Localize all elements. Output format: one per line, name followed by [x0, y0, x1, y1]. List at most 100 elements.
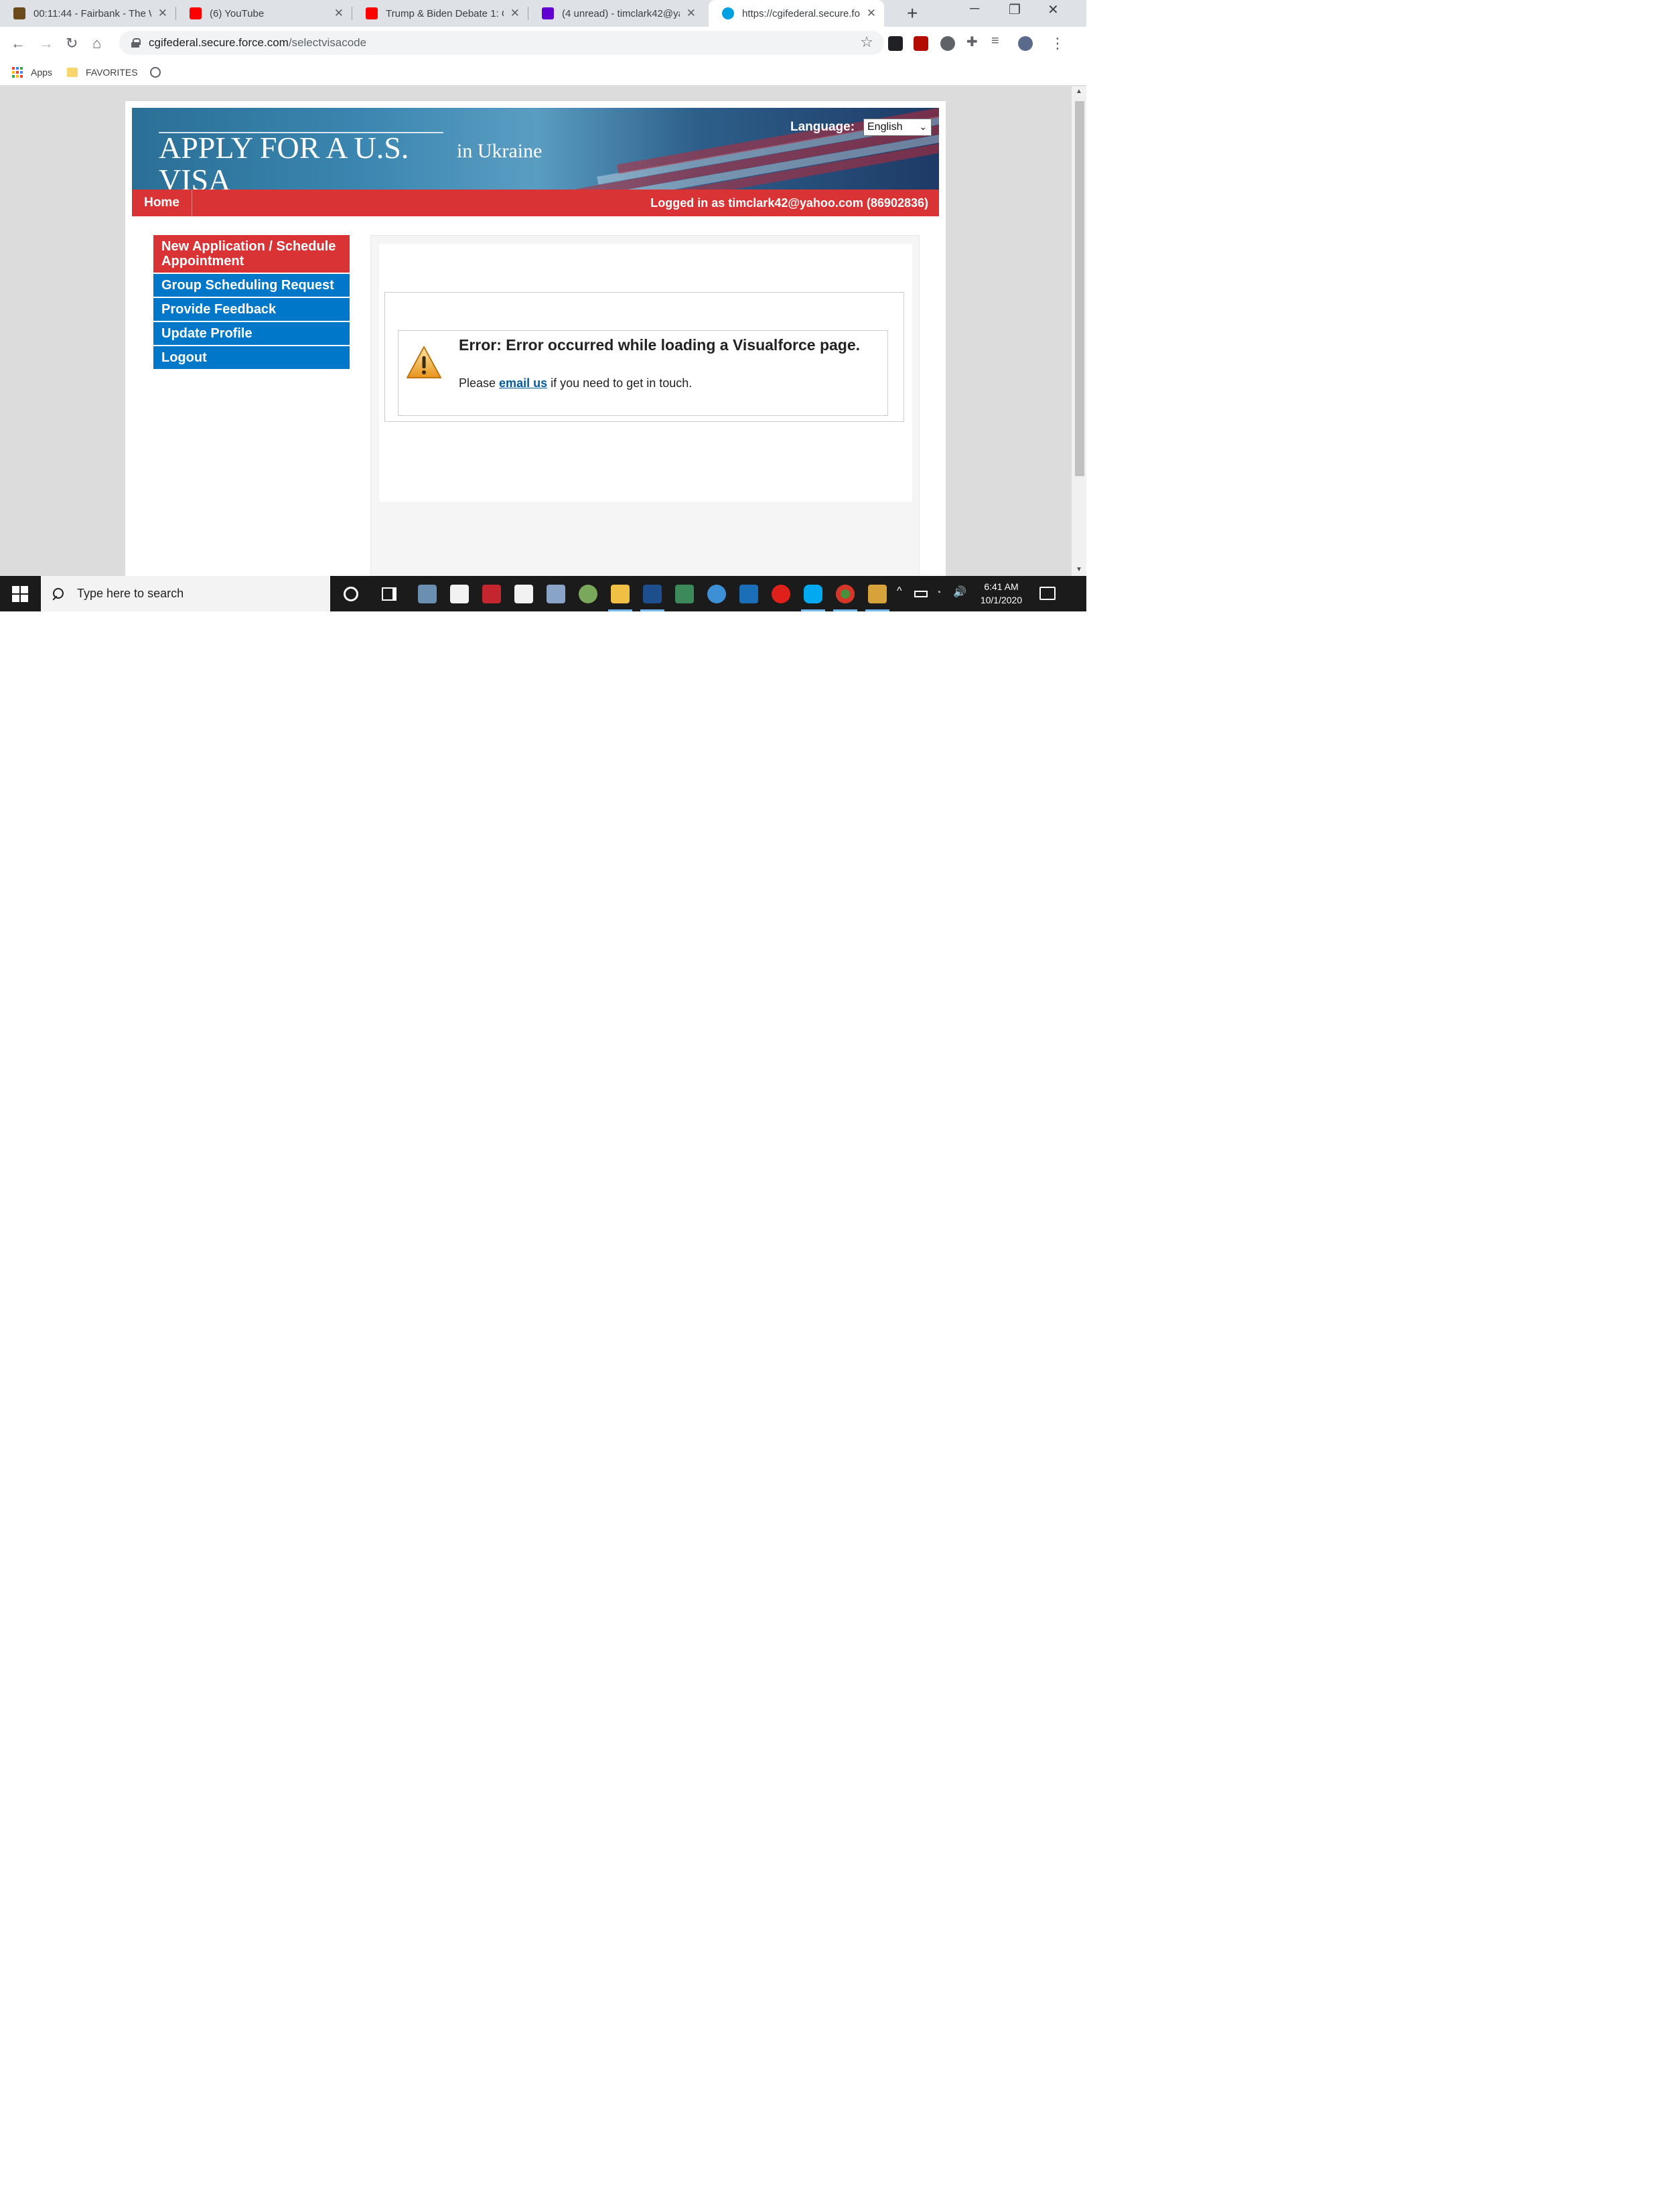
windows-start-icon[interactable]	[12, 586, 28, 602]
paint-icon[interactable]	[579, 585, 597, 603]
nav-provide-feedback[interactable]: Provide Feedback	[153, 298, 350, 321]
tab-favicon-icon	[13, 7, 25, 19]
close-icon[interactable]: ✕	[867, 7, 876, 20]
running-indicator	[801, 609, 825, 611]
running-indicator	[608, 609, 632, 611]
file-explorer-icon[interactable]	[611, 585, 630, 603]
notification-icon[interactable]	[1039, 587, 1056, 600]
photos-icon[interactable]	[675, 585, 694, 603]
document-icon[interactable]	[514, 585, 533, 603]
tab-cgifederal[interactable]: https://cgifederal.secure.fo ✕	[709, 0, 884, 27]
language-value: English	[867, 121, 903, 133]
minimize-button[interactable]: ─	[970, 1, 979, 17]
opera-icon[interactable]	[772, 585, 790, 603]
bookmark-apps[interactable]: Apps	[12, 67, 52, 78]
error-message: Please email us if you need to get in to…	[459, 376, 692, 390]
chevron-up-icon[interactable]: ^	[897, 585, 902, 597]
close-icon[interactable]: ✕	[510, 7, 520, 20]
skype-icon[interactable]	[804, 585, 822, 603]
apps-grid-icon	[12, 67, 23, 78]
tab-title: (4 unread) - timclark42@ya	[562, 7, 680, 19]
nav-logout[interactable]: Logout	[153, 346, 350, 369]
lock-icon	[131, 38, 141, 48]
close-icon[interactable]: ✕	[334, 7, 344, 20]
vertical-scrollbar[interactable]: ▲ ▼	[1072, 86, 1086, 576]
address-bar[interactable]: cgifederal.secure.force.com/selectvisaco…	[119, 31, 884, 55]
error-title: Error: Error occurred while loading a Vi…	[459, 336, 861, 354]
scroll-up-arrow[interactable]: ▲	[1076, 88, 1082, 95]
forward-icon[interactable]: →	[39, 35, 54, 52]
salesforce-cloud-icon	[722, 7, 734, 19]
site-nav-bar: Home Logged in as timclark42@yahoo.com (…	[132, 190, 939, 216]
error-suffix: if you need to get in touch.	[547, 376, 693, 390]
youtube-icon	[190, 7, 202, 19]
image-viewer-icon[interactable]	[547, 585, 565, 603]
cortana-icon[interactable]	[344, 587, 358, 601]
nav-new-application[interactable]: New Application / Schedule Appointment	[153, 235, 350, 273]
task-view-icon[interactable]	[382, 587, 396, 601]
running-indicator	[865, 609, 889, 611]
home-link[interactable]: Home	[132, 190, 192, 216]
tab-title: (6) YouTube	[210, 7, 265, 19]
scroll-down-arrow[interactable]: ▼	[1076, 566, 1082, 573]
photo-app-icon[interactable]	[739, 585, 758, 603]
language-select[interactable]: English ⌄	[863, 119, 932, 136]
chevron-down-icon: ⌄	[919, 121, 927, 132]
tab-fairbank[interactable]: 00:11:44 - Fairbank - The W ✕	[0, 0, 175, 27]
chrome-icon[interactable]	[836, 585, 855, 603]
restore-button[interactable]: ❐	[1009, 1, 1021, 18]
bookmark-globe[interactable]	[150, 67, 161, 78]
globe-browser-icon[interactable]	[707, 585, 726, 603]
menu-icon[interactable]: ⋮	[1050, 35, 1065, 52]
logged-in-status: Logged in as timclark42@yahoo.com (86902…	[650, 196, 928, 210]
email-us-link[interactable]: email us	[499, 376, 547, 390]
profile-avatar-icon[interactable]	[1018, 36, 1033, 51]
tab-youtube[interactable]: (6) YouTube ✕	[176, 0, 352, 27]
home-icon[interactable]: ⌂	[92, 35, 101, 52]
scrollbar-thumb[interactable]	[1075, 101, 1084, 476]
taskbar-search[interactable]: Type here to search	[41, 576, 330, 611]
extension-icon[interactable]	[888, 36, 903, 51]
nav-group-scheduling[interactable]: Group Scheduling Request	[153, 274, 350, 297]
media-app-icon[interactable]	[482, 585, 501, 603]
message-container: Error: Error occurred while loading a Vi…	[384, 292, 904, 422]
taskbar-clock[interactable]: 6:41 AM 10/1/2020	[978, 580, 1025, 607]
extension-badge-icon[interactable]	[940, 36, 955, 51]
bookmark-label: FAVORITES	[86, 67, 138, 78]
window-close-button[interactable]: ✕	[1048, 1, 1059, 18]
mail-icon	[542, 7, 554, 19]
bookmarks-bar: Apps FAVORITES	[0, 60, 1086, 86]
content-area: Error: Error occurred while loading a Vi…	[379, 244, 912, 502]
volume-icon[interactable]: 🔊	[953, 585, 966, 599]
keyboard-app-icon[interactable]	[418, 585, 437, 603]
reading-list-icon[interactable]: ≡	[991, 33, 999, 49]
media-player-icon[interactable]	[868, 585, 887, 603]
close-icon[interactable]: ✕	[687, 7, 696, 20]
new-tab-button[interactable]: +	[907, 3, 918, 24]
globe-icon	[150, 67, 161, 78]
bookmark-star-icon[interactable]: ☆	[860, 33, 873, 51]
tab-yahoo-mail[interactable]: (4 unread) - timclark42@ya ✕	[528, 0, 704, 27]
nav-update-profile[interactable]: Update Profile	[153, 322, 350, 345]
tab-debate[interactable]: Trump & Biden Debate 1: C ✕	[352, 0, 528, 27]
wifi-icon[interactable]: ◔	[936, 587, 941, 597]
page-viewport: APPLY FOR A U.S. VISA in Ukraine Languag…	[0, 86, 1072, 576]
tab-title: https://cgifederal.secure.fo	[742, 7, 860, 19]
clock-time: 6:41 AM	[984, 581, 1019, 592]
puzzle-icon[interactable]: ✚	[966, 33, 978, 50]
url-path: /selectvisacode	[288, 36, 367, 49]
bookmark-label: Apps	[31, 67, 52, 78]
bookmark-favorites[interactable]: FAVORITES	[67, 67, 138, 78]
back-icon[interactable]: ←	[11, 35, 25, 52]
clock-date: 10/1/2020	[980, 595, 1023, 605]
banner-country: in Ukraine	[457, 140, 543, 162]
close-icon[interactable]: ✕	[158, 7, 167, 20]
page-container: APPLY FOR A U.S. VISA in Ukraine Languag…	[125, 101, 946, 576]
battery-icon[interactable]	[914, 591, 928, 597]
app-m-icon[interactable]	[643, 585, 662, 603]
document-icon[interactable]	[450, 585, 469, 603]
error-prefix: Please	[459, 376, 500, 390]
reload-icon[interactable]: ↻	[66, 35, 78, 52]
pdf-extension-icon[interactable]	[914, 36, 928, 51]
content-panel: Error: Error occurred while loading a Vi…	[370, 235, 920, 576]
